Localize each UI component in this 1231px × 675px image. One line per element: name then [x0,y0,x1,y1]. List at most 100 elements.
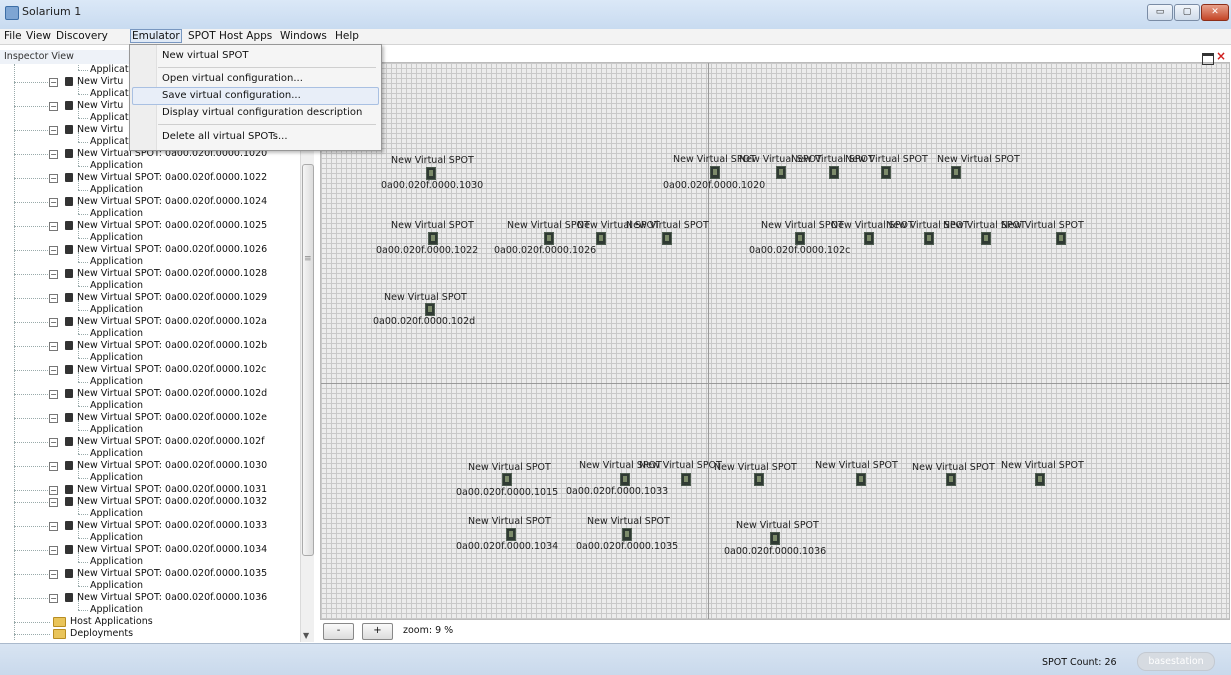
collapse-icon[interactable]: − [49,414,58,423]
tree-spot-node[interactable]: − New Virtual SPOT: 0a00.020f.0000.102d [9,388,299,400]
collapse-icon[interactable]: − [49,486,58,495]
tree-application-node[interactable]: Application [9,552,299,568]
tree-application-node[interactable]: Application [9,156,299,172]
collapse-icon[interactable]: − [49,498,58,507]
tree-application-node[interactable]: Application [9,372,299,388]
tree-spot-node[interactable]: − New Virtual SPOT: 0a00.020f.0000.102f [9,436,299,448]
spot-device-icon[interactable] [795,232,805,245]
collapse-icon[interactable]: − [49,246,58,255]
collapse-icon[interactable]: − [49,78,58,87]
spot-canvas[interactable]: New Virtual SPOT 0a00.020f.0000.1030 New V… [320,62,1230,620]
zoom-in-button[interactable]: + [362,623,393,640]
tree-application-node[interactable]: Application [9,204,299,220]
spot-device-icon[interactable] [776,166,786,179]
tree-spot-node[interactable]: − New Virtual SPOT: 0a00.020f.0000.1029 [9,292,299,304]
spot-device-icon[interactable] [425,303,435,316]
tree-application-node[interactable]: Application [9,324,299,340]
menu-windows[interactable]: Windows [279,30,328,42]
spot-device-icon[interactable] [856,473,866,486]
spot-device-icon[interactable] [620,473,630,486]
spot-device-icon[interactable] [754,473,764,486]
collapse-icon[interactable]: − [49,174,58,183]
spot-device-icon[interactable] [829,166,839,179]
collapse-icon[interactable]: − [49,522,58,531]
collapse-icon[interactable]: − [49,270,58,279]
spot-device-icon[interactable] [428,232,438,245]
tree-spot-node[interactable]: − New Virtual SPOT: 0a00.020f.0000.1030 [9,460,299,472]
tree-application-node[interactable]: Application [9,300,299,316]
spot-device-icon[interactable] [981,232,991,245]
tree-spot-node[interactable]: − New Virtual SPOT: 0a00.020f.0000.1028 [9,268,299,280]
collapse-icon[interactable]: − [49,462,58,471]
spot-device-icon[interactable] [864,232,874,245]
spot-device-icon[interactable] [681,473,691,486]
spot-device-icon[interactable] [770,532,780,545]
menu-open-virtual-config[interactable]: Open virtual configuration... [162,73,303,84]
tree-spot-node[interactable]: − New Virtual SPOT: 0a00.020f.0000.1024 [9,196,299,208]
spot-device-icon[interactable] [946,473,956,486]
collapse-icon[interactable]: − [49,318,58,327]
tree-application-node[interactable]: Application [9,276,299,292]
tree-folder-node[interactable]: Host Applications [9,616,299,628]
menu-save-virtual-config[interactable]: Save virtual configuration... [162,90,301,101]
tree-application-node[interactable]: Application [9,600,299,616]
close-button[interactable]: ✕ [1201,4,1229,21]
tree-application-node[interactable]: Application [9,396,299,412]
tree-application-node[interactable]: Application [9,468,299,484]
collapse-icon[interactable]: − [49,222,58,231]
tree-application-node[interactable]: Application [9,504,299,520]
spot-device-icon[interactable] [426,167,436,180]
menu-view[interactable]: View [25,30,52,42]
collapse-icon[interactable]: − [49,570,58,579]
tree-spot-node[interactable]: − New Virtual SPOT: 0a00.020f.0000.102e [9,412,299,424]
tree-spot-node[interactable]: − New Virtual SPOT: 0a00.020f.0000.1033 [9,520,299,532]
tree-spot-node[interactable]: − New Virtual SPOT: 0a00.020f.0000.1026 [9,244,299,256]
tree-spot-node[interactable]: − New Virtual SPOT: 0a00.020f.0000.102b [9,340,299,352]
tree-application-node[interactable]: Application [9,252,299,268]
tree-spot-node[interactable]: − New Virtual SPOT: 0a00.020f.0000.1034 [9,544,299,556]
spot-device-icon[interactable] [506,528,516,541]
tree-spot-node[interactable]: − New Virtual SPOT: 0a00.020f.0000.1031 [9,484,299,496]
maximize-button[interactable]: ▢ [1174,4,1200,21]
tree-spot-node[interactable]: − New Virtual SPOT: 0a00.020f.0000.102c [9,364,299,376]
spot-device-icon[interactable] [924,232,934,245]
menu-discovery[interactable]: Discovery [55,30,109,42]
tree-application-node[interactable]: Application [9,348,299,364]
spot-device-icon[interactable] [662,232,672,245]
spot-device-icon[interactable] [1056,232,1066,245]
tree-application-node[interactable]: Application [9,528,299,544]
tree-spot-node[interactable]: − New Virtual SPOT: 0a00.020f.0000.1032 [9,496,299,508]
tree-spot-node[interactable]: − New Virtual SPOT: 0a00.020f.0000.1022 [9,172,299,184]
menu-delete-all-spots[interactable]: Delete all virtual SPOTs... [162,131,288,142]
menu-display-virtual-config[interactable]: Display virtual configuration descriptio… [162,107,362,118]
collapse-icon[interactable]: − [49,198,58,207]
collapse-icon[interactable]: − [49,126,58,135]
tree-spot-node[interactable]: − New Virtual SPOT: 0a00.020f.0000.102a [9,316,299,328]
tree-application-node[interactable]: Application [9,420,299,436]
menu-emulator[interactable]: Emulator [130,29,182,43]
collapse-icon[interactable]: − [49,390,58,399]
spot-device-icon[interactable] [502,473,512,486]
collapse-icon[interactable]: − [49,438,58,447]
collapse-icon[interactable]: − [49,294,58,303]
tree-application-node[interactable]: Application [9,444,299,460]
close-panel-icon[interactable]: × [1216,49,1226,63]
collapse-icon[interactable]: − [49,546,58,555]
maximize-panel-icon[interactable] [1202,53,1214,65]
spot-device-icon[interactable] [1035,473,1045,486]
tree-folder-node[interactable]: Deployments [9,628,299,640]
menu-help[interactable]: Help [334,30,360,42]
zoom-out-button[interactable]: - [323,623,354,640]
menu-spot-host-apps[interactable]: SPOT Host Apps [187,30,273,42]
spot-device-icon[interactable] [596,232,606,245]
tree-application-node[interactable]: Application [9,228,299,244]
collapse-icon[interactable]: − [49,102,58,111]
collapse-icon[interactable]: − [49,342,58,351]
spot-device-icon[interactable] [622,528,632,541]
collapse-icon[interactable]: − [49,366,58,375]
scroll-down-icon[interactable]: ▼ [303,631,309,640]
spot-device-icon[interactable] [881,166,891,179]
minimize-button[interactable]: ▭ [1147,4,1173,21]
tree-spot-node[interactable]: − New Virtual SPOT: 0a00.020f.0000.1036 [9,592,299,604]
collapse-icon[interactable]: − [49,594,58,603]
